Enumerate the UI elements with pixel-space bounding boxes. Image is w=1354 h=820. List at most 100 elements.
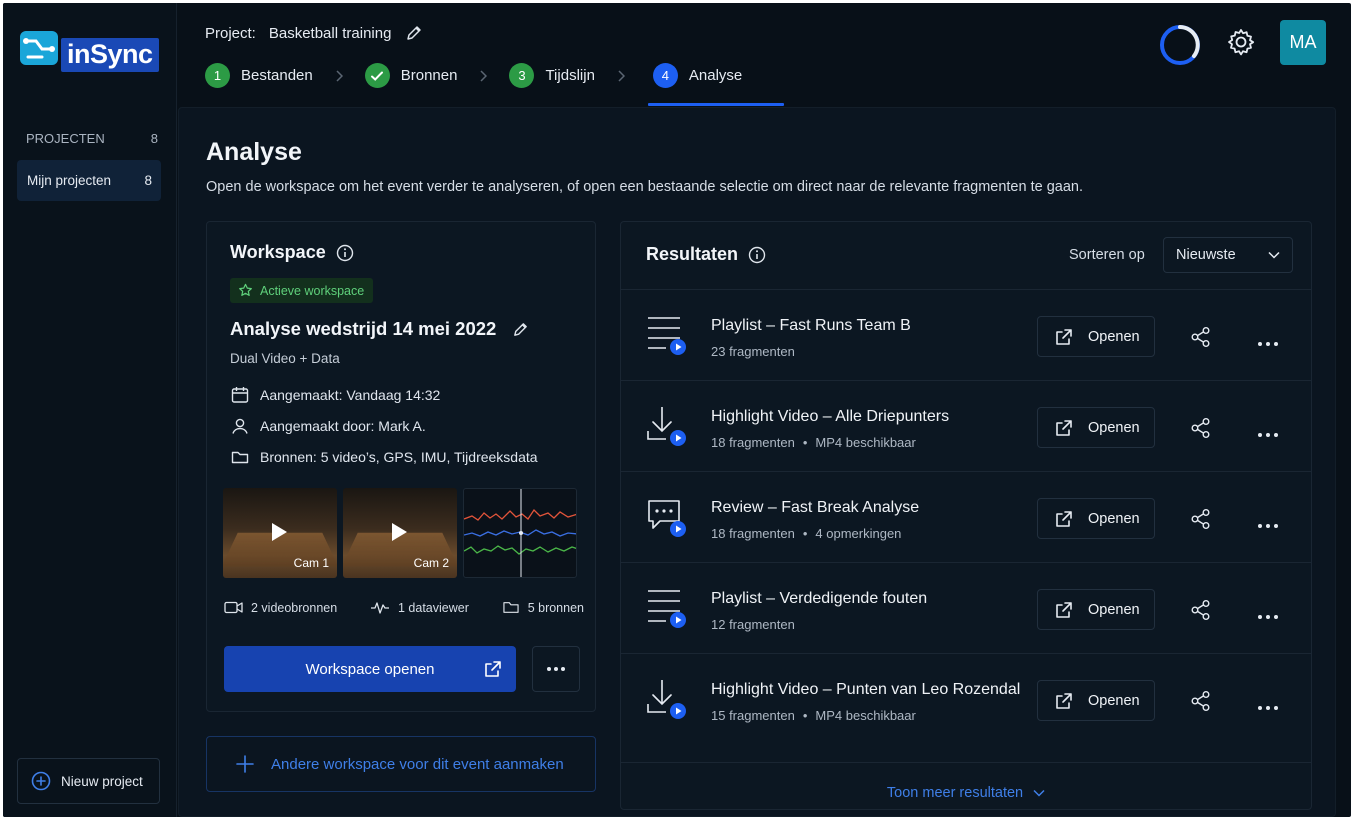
meta-created-by-text: Aangemaakt door: Mark A. [260, 418, 426, 434]
result-title: Playlist – Fast Runs Team B [711, 317, 911, 334]
playlist-icon [646, 589, 690, 634]
step-label: Tijdslijn [545, 67, 595, 84]
list-item[interactable]: Highlight Video – Alle Driepunters 18 fr… [621, 380, 1311, 471]
user-icon [232, 418, 248, 434]
step-check [364, 63, 390, 88]
list-item[interactable]: Highlight Video – Punten van Leo Rozenda… [621, 653, 1311, 744]
timeseries-graph-icon [464, 489, 576, 577]
new-project-button[interactable]: Nieuw project [17, 758, 160, 804]
result-more-button[interactable] [1257, 698, 1279, 716]
thumbnail-label: Cam 1 [293, 556, 329, 570]
more-horizontal-icon [1258, 342, 1278, 346]
chevron-down-icon [1033, 789, 1045, 797]
result-subtitle: 23 fragmenten [711, 344, 795, 359]
create-other-workspace-button[interactable]: Andere workspace voor dit event aanmaken [206, 736, 596, 792]
share-button[interactable] [1190, 508, 1212, 535]
data-viewer-thumbnail[interactable] [463, 488, 577, 578]
header: Project: Basketball training 1 Bestanden [178, 3, 1351, 107]
logo[interactable]: inSync [18, 25, 159, 75]
projects-heading-count: 8 [150, 131, 158, 146]
projects-heading-label: PROJECTEN [26, 131, 105, 146]
result-more-button[interactable] [1257, 425, 1279, 443]
chevron-right-icon [479, 69, 488, 82]
step-bronnen[interactable]: Bronnen [364, 63, 510, 88]
result-subtitle: 18 fragmenten • MP4 beschikbaar [711, 435, 916, 450]
result-subtitle: 15 fragmenten • MP4 beschikbaar [711, 708, 916, 723]
result-fragment-count: 18 fragmenten [711, 435, 795, 450]
result-title: Playlist – Verdedigende fouten [711, 590, 928, 607]
open-result-button[interactable]: Openen [1037, 498, 1155, 539]
share-button[interactable] [1190, 599, 1212, 626]
result-subtitle: 12 fragmenten [711, 617, 795, 632]
avatar[interactable]: MA [1280, 20, 1326, 65]
list-item[interactable]: Playlist – Fast Runs Team B 23 fragmente… [621, 289, 1311, 380]
step-number: 4 [652, 63, 678, 88]
step-analyse[interactable]: 4 Analyse [652, 63, 742, 88]
sort-select[interactable]: Nieuwste [1163, 237, 1293, 273]
share-button[interactable] [1190, 326, 1212, 353]
separator-dot: • [802, 435, 808, 450]
open-result-button[interactable]: Openen [1037, 589, 1155, 630]
plus-icon [236, 755, 254, 773]
meta-created: Aangemaakt: Vandaag 14:32 [230, 385, 440, 405]
separator-dot: • [802, 526, 808, 541]
folder-icon [503, 602, 519, 613]
chevron-right-icon [335, 69, 343, 82]
sidebar-item-my-projects[interactable]: Mijn projecten 8 [17, 160, 161, 201]
share-icon [1191, 327, 1210, 347]
share-button[interactable] [1190, 690, 1212, 717]
main-content: Analyse Open de workspace om het event v… [178, 107, 1336, 817]
result-fragment-count: 23 fragmenten [711, 344, 795, 359]
sidebar-item-count: 8 [144, 173, 152, 188]
plus-circle-icon [31, 771, 51, 791]
meta-sources-text: Bronnen: 5 video’s, GPS, IMU, Tijdreeksd… [260, 449, 538, 465]
video-thumbnail-cam-1[interactable]: Cam 1 [223, 488, 337, 578]
step-number: 1 [205, 63, 230, 88]
info-icon[interactable] [748, 246, 766, 264]
open-result-button[interactable]: Openen [1037, 407, 1155, 448]
workspace-more-button[interactable] [532, 646, 580, 692]
open-result-label: Openen [1088, 692, 1140, 709]
info-icon[interactable] [336, 244, 354, 262]
open-workspace-button[interactable]: Workspace openen [224, 646, 516, 692]
result-more-button[interactable] [1257, 607, 1279, 625]
result-more-button[interactable] [1257, 334, 1279, 352]
thumbnail-label: Cam 2 [413, 556, 449, 570]
result-more-button[interactable] [1257, 516, 1279, 534]
result-title: Highlight Video – Alle Driepunters [711, 408, 950, 425]
step-label: Bestanden [241, 67, 313, 84]
gear-icon [1228, 29, 1255, 56]
active-step-indicator [648, 103, 784, 106]
download-video-icon [646, 679, 690, 725]
project-name: Basketball training [268, 24, 392, 42]
open-result-label: Openen [1088, 601, 1140, 618]
open-result-button[interactable]: Openen [1037, 680, 1155, 721]
video-thumbnail-cam-2[interactable]: Cam 2 [343, 488, 457, 578]
stat-data-viewers-text: 1 dataviewer [398, 600, 469, 615]
page-title: Analyse [206, 138, 302, 166]
play-icon [272, 523, 287, 541]
folder-icon [231, 451, 249, 464]
stat-sources-text: 5 bronnen [527, 600, 584, 615]
play-icon [392, 523, 407, 541]
stat-sources: 5 bronnen [502, 600, 584, 615]
workspace-stats: 2 videobronnen 1 dataviewer 5 bronnen [224, 600, 584, 615]
step-tijdslijn[interactable]: 3 Tijdslijn [509, 63, 652, 88]
settings-button[interactable] [1226, 27, 1256, 62]
edit-project-button[interactable] [405, 24, 423, 42]
open-workspace-label: Workspace openen [305, 660, 435, 678]
pencil-icon[interactable] [512, 321, 529, 338]
open-result-button[interactable]: Openen [1037, 316, 1155, 357]
workspace-card: Workspace Actieve workspace Analyse weds… [206, 221, 596, 712]
list-item[interactable]: Playlist – Verdedigende fouten 12 fragme… [621, 562, 1311, 653]
download-video-icon [646, 406, 690, 452]
results-title: Resultaten [646, 244, 739, 264]
show-more-results-button[interactable]: Toon meer resultaten [621, 762, 1311, 801]
share-button[interactable] [1190, 417, 1212, 444]
workspace-name-row: Analyse wedstrijd 14 mei 2022 [230, 318, 529, 340]
share-icon [1191, 691, 1210, 711]
list-item[interactable]: Review – Fast Break Analyse 18 fragmente… [621, 471, 1311, 562]
result-fragment-count: 15 fragmenten [711, 708, 795, 723]
step-bestanden[interactable]: 1 Bestanden [205, 63, 365, 88]
external-link-icon [485, 661, 501, 677]
